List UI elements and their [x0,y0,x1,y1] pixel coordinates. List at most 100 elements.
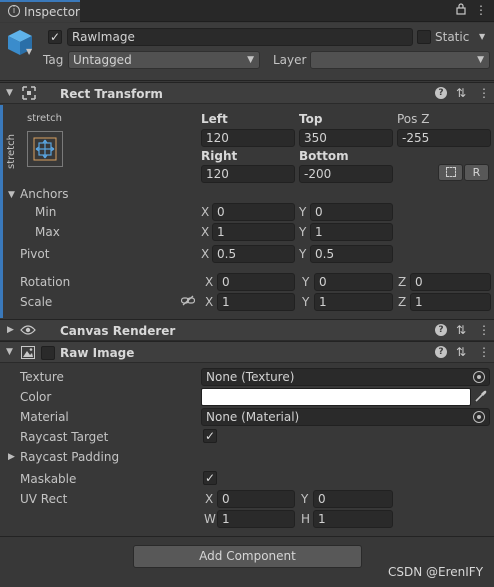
anchor-preset-h-label: stretch [27,113,62,124]
anchor-preset-v-label: stretch [6,134,17,169]
max-y-axis: Y [299,225,307,239]
anchors-foldout-icon[interactable]: ▼ [8,190,15,200]
uv-h-input[interactable]: 1 [313,510,393,528]
tab-menu-icon[interactable]: ⋮ [475,3,487,17]
texture-object-field[interactable]: None (Texture) [201,368,490,386]
rotation-y-input[interactable]: 0 [314,273,393,291]
component-menu-icon[interactable]: ⋮ [478,345,490,359]
texture-value: None (Texture) [206,370,295,384]
check-mark: ✓ [204,429,216,443]
object-name-input[interactable]: RawImage [67,28,413,46]
pivot-x-axis: X [201,247,210,261]
right-label: Right [201,149,238,163]
info-icon: i [8,5,20,17]
rect-transform-header[interactable]: ▼ Rect Transform ? ⇅ ⋮ [0,82,494,104]
texture-label: Texture [20,370,64,384]
lock-icon[interactable] [456,3,466,15]
color-swatch[interactable] [201,388,471,406]
uv-x-axis: X [205,492,214,506]
add-component-button[interactable]: Add Component [133,545,362,568]
rotation-label: Rotation [20,275,71,289]
maskable-checkbox[interactable]: ✓ [203,471,217,485]
foldout-closed-icon[interactable]: ▶ [7,325,14,335]
preset-icon[interactable]: ⇅ [456,345,466,359]
active-checkbox[interactable]: ✓ [48,30,62,44]
raycast-target-label: Raycast Target [20,430,109,444]
help-icon[interactable]: ? [435,87,447,99]
pivot-x-input[interactable]: 0.5 [212,245,295,263]
posz-input[interactable]: -255 [397,129,491,147]
component-menu-icon[interactable]: ⋮ [478,86,490,100]
scale-x-input[interactable]: 1 [217,293,295,311]
chevron-down-icon: ▼ [477,55,484,65]
uv-h-axis: H [301,512,311,526]
anchor-presets-button[interactable] [27,131,63,167]
tag-dropdown[interactable]: Untagged ▼ [68,51,260,69]
uv-w-input[interactable]: 1 [217,510,295,528]
raycast-target-checkbox[interactable]: ✓ [203,429,217,443]
rect-transform-title: Rect Transform [60,87,163,101]
rot-x-axis: X [205,275,214,289]
icon-dropdown-caret[interactable]: ▼ [26,47,32,56]
raw-image-body: Texture None (Texture) Color Material No… [0,364,494,536]
scale-y-input[interactable]: 1 [314,293,393,311]
eye-icon [20,324,36,339]
layer-label: Layer [273,53,307,67]
max-x-axis: X [201,225,210,239]
blueprint-icon [445,167,456,177]
scale-z-input[interactable]: 1 [410,293,491,311]
static-checkbox[interactable] [417,30,431,44]
foldout-open-icon[interactable]: ▼ [6,347,13,357]
rect-transform-body: stretch stretch Left Top Pos Z 120 350 -… [0,105,494,318]
max-label: Max [35,225,60,239]
raycast-padding-label: Raycast Padding [20,450,120,464]
uv-w-axis: W [204,512,216,526]
eyedropper-icon[interactable] [474,390,487,406]
help-icon[interactable]: ? [435,324,447,336]
raw-image-enabled-checkbox[interactable] [41,346,55,360]
foldout-open-icon[interactable]: ▼ [6,88,13,98]
uv-y-input[interactable]: 0 [313,490,393,508]
pivot-y-axis: Y [299,247,307,261]
blueprint-mode-button[interactable] [438,164,463,181]
anchors-label: Anchors [20,187,69,201]
min-x-input[interactable]: 0 [212,203,295,221]
uv-rect-label: UV Rect [20,492,68,506]
component-menu-icon[interactable]: ⋮ [478,323,490,337]
max-x-input[interactable]: 1 [212,223,295,241]
raycast-padding-foldout-icon[interactable]: ▶ [8,452,15,462]
tag-dropdown-value: Untagged [73,53,132,67]
rotation-x-input[interactable]: 0 [217,273,295,291]
color-label: Color [20,390,52,404]
object-picker-icon[interactable] [473,411,485,423]
raw-image-header[interactable]: ▼ Raw Image ? ⇅ ⋮ [0,341,494,363]
preset-icon[interactable]: ⇅ [456,323,466,337]
canvas-renderer-header[interactable]: ▶ Canvas Renderer ? ⇅ ⋮ [0,319,494,341]
uv-y-axis: Y [301,492,309,506]
min-x-axis: X [201,205,210,219]
uv-x-input[interactable]: 0 [217,490,295,508]
rotation-z-input[interactable]: 0 [410,273,491,291]
tab-label: Inspector [24,5,80,19]
max-y-input[interactable]: 1 [310,223,393,241]
static-caret-icon[interactable]: ▼ [479,32,485,41]
canvas-renderer-title: Canvas Renderer [60,324,176,338]
layer-dropdown[interactable]: ▼ [310,51,490,69]
posz-label: Pos Z [397,112,430,126]
right-input[interactable]: 120 [201,165,295,183]
chevron-down-icon: ▼ [247,55,254,65]
preset-icon[interactable]: ⇅ [456,86,466,100]
min-y-input[interactable]: 0 [310,203,393,221]
tab-inspector[interactable]: i Inspector [0,0,80,22]
pivot-y-input[interactable]: 0.5 [310,245,393,263]
bottom-input[interactable]: -200 [299,165,393,183]
constrain-proportions-link-icon[interactable] [180,295,196,310]
object-picker-icon[interactable] [473,371,485,383]
material-object-field[interactable]: None (Material) [201,408,490,426]
raw-image-title: Raw Image [60,346,135,360]
raw-edit-button[interactable]: R [464,164,489,181]
help-icon[interactable]: ? [435,346,447,358]
scale-label: Scale [20,295,53,309]
top-input[interactable]: 350 [299,129,393,147]
left-input[interactable]: 120 [201,129,295,147]
